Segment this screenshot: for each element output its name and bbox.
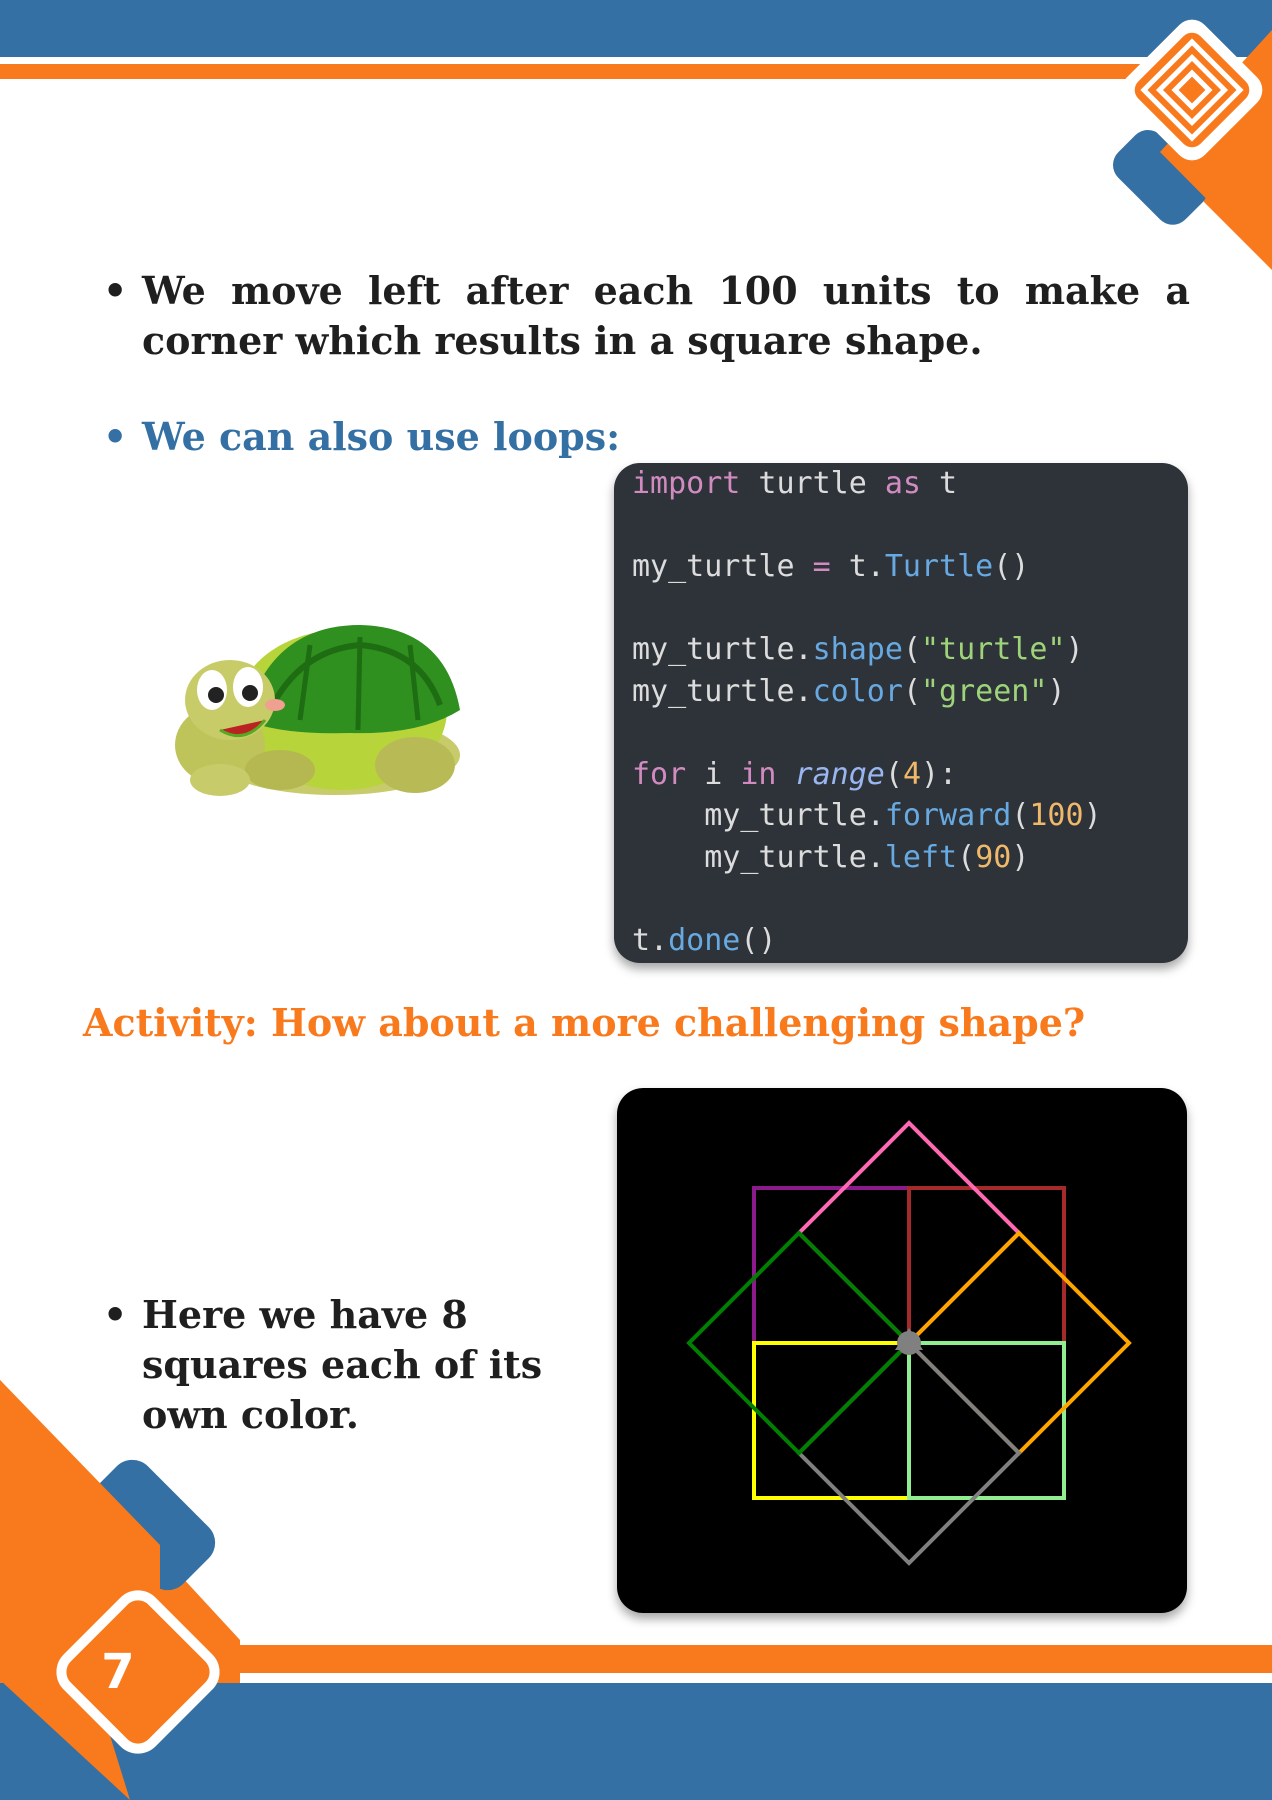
- page-number-badge: 7: [33, 1567, 243, 1777]
- eight-squares-drawing: [686, 1120, 1132, 1566]
- bullet-square-explanation: We move left after each 100 units to mak…: [142, 268, 1190, 363]
- bullet-loops-intro: We can also use loops:: [142, 414, 621, 459]
- code-line-4: my_turtle.color("green"): [632, 673, 1066, 709]
- code-text: import turtle as t my_turtle = t.Turtle(…: [614, 463, 1188, 961]
- header-blue-bar: [0, 0, 1272, 57]
- code-line-2: my_turtle = t.Turtle(): [632, 549, 1030, 584]
- code-line-1: import turtle as t: [632, 466, 958, 501]
- bullet-dot: •: [103, 414, 128, 459]
- header-orange-stripe: [0, 64, 1150, 79]
- activity-heading: Activity: How about a more challenging s…: [83, 1000, 1086, 1045]
- bullet-dot: •: [103, 268, 128, 313]
- code-line-7: my_turtle.left(90): [632, 839, 1030, 875]
- turtle-output-canvas: [617, 1088, 1187, 1613]
- turtle-illustration: [175, 625, 460, 796]
- footer-orange-stripe: [210, 1645, 1272, 1673]
- code-line-6: my_turtle.forward(100): [632, 798, 1102, 833]
- code-line-8: t.done(): [632, 922, 777, 958]
- corner-decoration-top: [1113, 19, 1272, 270]
- page-number: 7: [101, 1644, 135, 1700]
- code-line-5: for i in range(4):: [632, 756, 958, 792]
- bullet-dot: •: [103, 1292, 128, 1337]
- code-block: import turtle as t my_turtle = t.Turtle(…: [614, 463, 1188, 963]
- code-line-3: my_turtle.shape("turtle"): [632, 632, 1084, 667]
